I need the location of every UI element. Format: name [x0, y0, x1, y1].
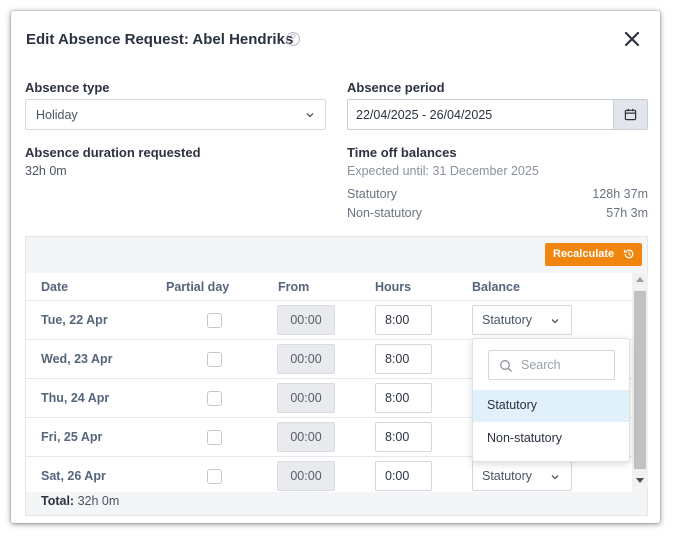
grid-header: Date Partial day From Hours Balance [26, 273, 632, 301]
hours-input[interactable]: 0:00 [375, 461, 432, 491]
partial-day-checkbox[interactable] [207, 352, 222, 367]
table-row: Sat, 26 Apr 00:00 0:00 Statutory [26, 457, 632, 492]
partial-day-checkbox[interactable] [207, 313, 222, 328]
row-date: Thu, 24 Apr [41, 391, 110, 405]
absence-period-field[interactable]: 22/04/2025 - 26/04/2025 [347, 99, 648, 130]
col-date: Date [41, 280, 69, 294]
balance-name: Statutory [347, 187, 398, 201]
dropdown-search-input[interactable]: Search [488, 350, 615, 380]
chevron-down-icon [306, 113, 314, 118]
row-date: Sat, 26 Apr [41, 469, 106, 483]
from-input: 00:00 [277, 461, 335, 491]
balance-select-value: Statutory [482, 469, 533, 483]
absence-period-label: Absence period [347, 80, 445, 95]
scroll-down-arrow-icon[interactable] [636, 478, 644, 483]
from-input: 00:00 [277, 344, 335, 374]
col-partial-day: Partial day [166, 280, 230, 294]
absence-type-value: Holiday [36, 108, 78, 122]
hours-input[interactable]: 8:00 [375, 305, 432, 335]
dialog-title: Edit Absence Request: Abel Hendriks [26, 31, 294, 48]
total-label: Total: [41, 494, 75, 508]
partial-day-checkbox[interactable] [207, 391, 222, 406]
dropdown-option-statutory[interactable]: Statutory [473, 390, 629, 422]
hours-input[interactable]: 8:00 [375, 383, 432, 413]
col-balance: Balance [472, 280, 520, 294]
grid-total: Total: 32h 0m [41, 494, 119, 508]
chevron-down-icon [551, 319, 559, 324]
recalculate-button[interactable]: Recalculate [545, 243, 642, 266]
absence-type-select[interactable]: Holiday [25, 99, 326, 130]
recalculate-label: Recalculate [553, 248, 615, 260]
scroll-up-arrow-icon[interactable] [636, 277, 644, 282]
hours-input[interactable]: 8:00 [375, 422, 432, 452]
hours-input[interactable]: 8:00 [375, 344, 432, 374]
balance-row-non-statutory: Non-statutory 57h 3m [347, 206, 648, 220]
balance-dropdown-menu: Search Statutory Non-statutory [472, 338, 630, 462]
search-placeholder: Search [521, 358, 561, 372]
table-row: Tue, 22 Apr 00:00 8:00 Statutory [26, 301, 632, 340]
grid-scrollbar[interactable] [632, 273, 648, 487]
balances-expected: Expected until: 31 December 2025 [347, 164, 539, 178]
close-icon[interactable] [622, 29, 642, 49]
calendar-icon [624, 108, 637, 121]
row-date: Fri, 25 Apr [41, 430, 103, 444]
duration-label: Absence duration requested [25, 145, 201, 160]
balance-name: Non-statutory [347, 206, 423, 220]
partial-day-checkbox[interactable] [207, 469, 222, 484]
total-value: 32h 0m [77, 494, 120, 508]
row-date: Tue, 22 Apr [41, 313, 108, 327]
balances-label: Time off balances [347, 145, 457, 160]
absence-type-label: Absence type [25, 80, 110, 95]
balance-value: 128h 37m [592, 187, 648, 201]
row-date: Wed, 23 Apr [41, 352, 113, 366]
edit-absence-dialog: Edit Absence Request: Abel Hendriks ? Ab… [11, 11, 660, 523]
col-from: From [278, 280, 310, 294]
balance-value: 57h 3m [606, 206, 648, 220]
col-hours: Hours [375, 280, 412, 294]
search-icon [500, 360, 512, 372]
absence-period-value: 22/04/2025 - 26/04/2025 [356, 108, 493, 122]
chevron-down-icon [551, 475, 559, 480]
dropdown-option-non-statutory[interactable]: Non-statutory [473, 423, 629, 455]
help-circle-icon[interactable]: ? [286, 32, 300, 46]
partial-day-checkbox[interactable] [207, 430, 222, 445]
from-input: 00:00 [277, 422, 335, 452]
from-input: 00:00 [277, 383, 335, 413]
balance-row-statutory: Statutory 128h 37m [347, 187, 648, 201]
from-input: 00:00 [277, 305, 335, 335]
calendar-button[interactable] [613, 100, 647, 129]
duration-value: 32h 0m [25, 164, 67, 178]
balance-select-value: Statutory [482, 313, 533, 327]
balance-select[interactable]: Statutory [472, 461, 572, 491]
history-icon [623, 249, 634, 259]
scrollbar-thumb[interactable] [634, 291, 646, 469]
balance-select[interactable]: Statutory [472, 305, 572, 335]
